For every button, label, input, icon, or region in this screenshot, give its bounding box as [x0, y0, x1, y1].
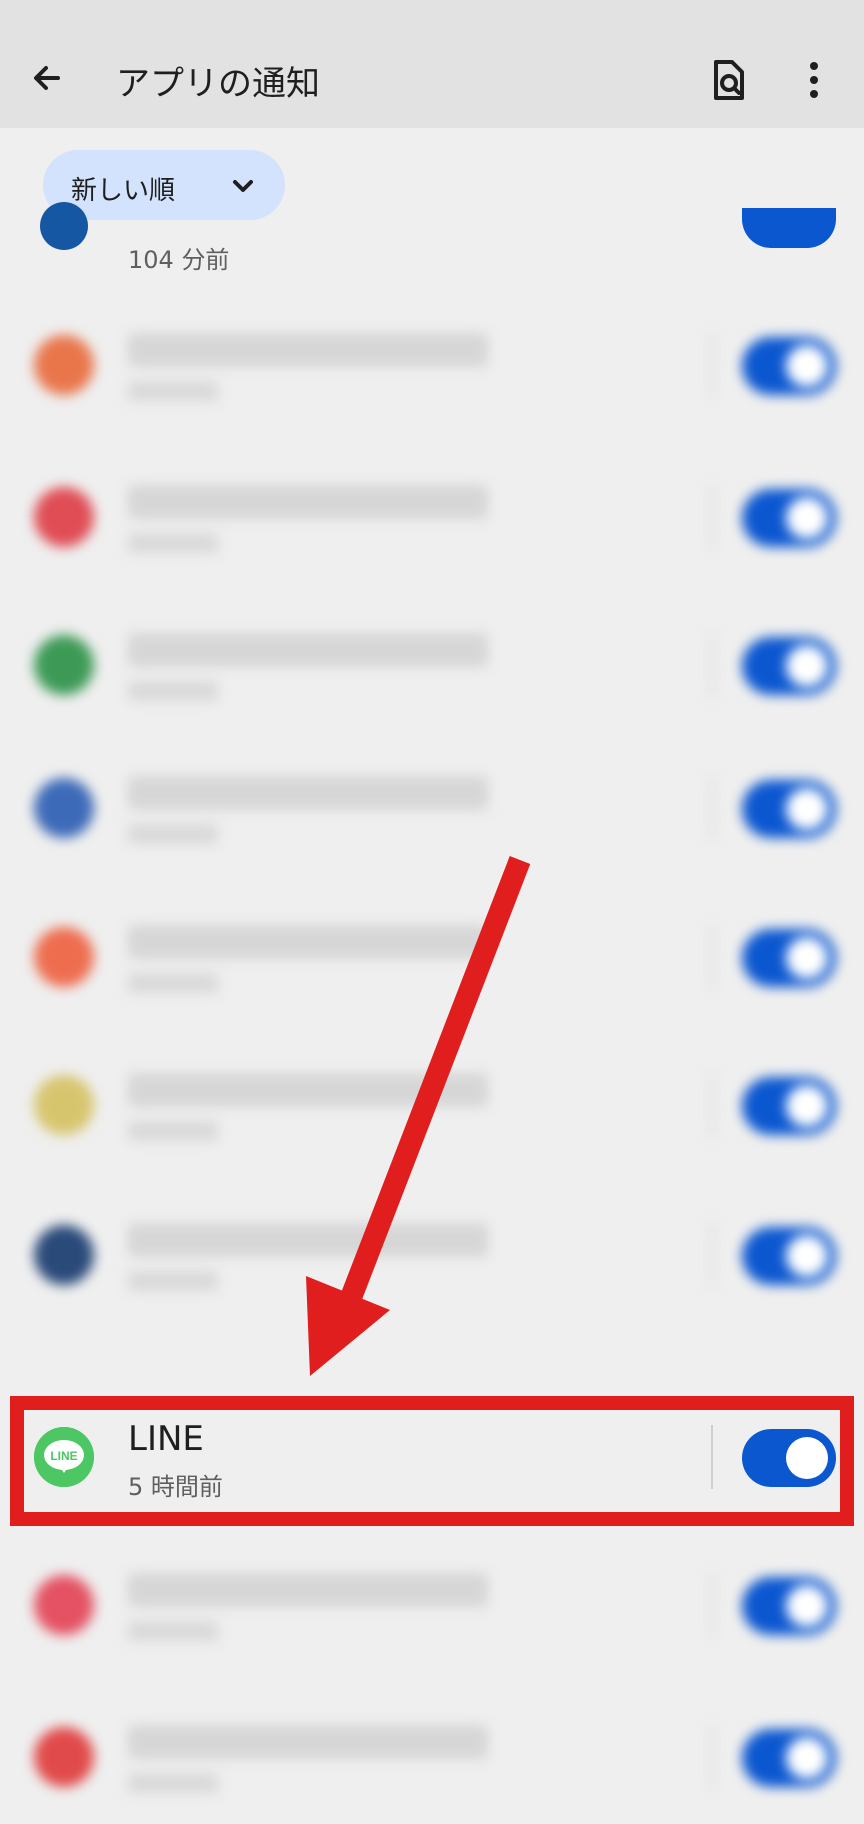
- app-icon: [34, 1727, 94, 1787]
- blurred-last-notified: [128, 1773, 218, 1793]
- app-icon: [40, 202, 88, 250]
- notification-toggle[interactable]: [742, 337, 836, 395]
- app-row[interactable]: [0, 305, 864, 425]
- app-last-notified: 104 分前: [128, 246, 230, 274]
- notification-toggle[interactable]: [742, 208, 836, 248]
- notification-toggle[interactable]: [742, 1577, 836, 1635]
- chevron-down-icon: [233, 180, 253, 192]
- back-arrow-icon: [34, 66, 60, 90]
- app-icon: [34, 1225, 94, 1285]
- blurred-app-name: [128, 925, 488, 959]
- document-search-icon: [714, 60, 744, 100]
- row-divider: [711, 333, 713, 397]
- blurred-last-notified: [128, 381, 218, 401]
- app-row[interactable]: [0, 897, 864, 1017]
- more-options-button[interactable]: [796, 56, 832, 104]
- notification-toggle[interactable]: [742, 1227, 836, 1285]
- more-vert-icon: [810, 62, 818, 98]
- app-icon: [34, 487, 94, 547]
- sort-order-label: 新しい順: [71, 176, 176, 206]
- blurred-app-name: [128, 485, 488, 519]
- top-app-bar: アプリの通知: [0, 0, 864, 128]
- app-row[interactable]: [0, 1195, 864, 1315]
- blurred-app-name: [128, 1573, 488, 1607]
- row-divider: [711, 485, 713, 549]
- blurred-last-notified: [128, 973, 218, 993]
- row-divider: [711, 1223, 713, 1287]
- notification-toggle[interactable]: [742, 780, 836, 838]
- row-divider: [711, 633, 713, 697]
- app-row[interactable]: [0, 1545, 864, 1665]
- app-icon: [34, 635, 94, 695]
- row-divider: [711, 1573, 713, 1637]
- app-icon: [34, 335, 94, 395]
- app-icon: [34, 1075, 94, 1135]
- highlight-box: [10, 1396, 854, 1526]
- app-row[interactable]: [0, 748, 864, 868]
- row-divider: [711, 1073, 713, 1137]
- notification-toggle[interactable]: [742, 1077, 836, 1135]
- app-icon: [34, 778, 94, 838]
- blurred-app-name: [128, 633, 488, 667]
- blurred-app-name: [128, 1223, 488, 1257]
- app-row[interactable]: [0, 457, 864, 577]
- blurred-app-name: [128, 1073, 488, 1107]
- back-button[interactable]: [26, 50, 74, 106]
- app-icon: [34, 1575, 94, 1635]
- row-divider: [711, 1725, 713, 1789]
- app-row[interactable]: [0, 1697, 864, 1817]
- blurred-app-name: [128, 776, 488, 810]
- row-divider: [711, 776, 713, 840]
- partial-app-row[interactable]: 104 分前: [0, 202, 864, 290]
- blurred-last-notified: [128, 533, 218, 553]
- app-row[interactable]: [0, 1045, 864, 1165]
- blurred-last-notified: [128, 824, 218, 844]
- blurred-last-notified: [128, 681, 218, 701]
- app-row[interactable]: [0, 605, 864, 725]
- notification-toggle[interactable]: [742, 637, 836, 695]
- page-title: アプリの通知: [116, 64, 320, 104]
- app-icon: [34, 927, 94, 987]
- notification-toggle[interactable]: [742, 929, 836, 987]
- blurred-last-notified: [128, 1271, 218, 1291]
- notification-toggle[interactable]: [742, 489, 836, 547]
- blurred-last-notified: [128, 1621, 218, 1641]
- blurred-last-notified: [128, 1121, 218, 1141]
- notification-toggle[interactable]: [742, 1729, 836, 1787]
- row-divider: [711, 925, 713, 989]
- blurred-app-name: [128, 333, 488, 367]
- blurred-app-name: [128, 1725, 488, 1759]
- search-notification-log-button[interactable]: [708, 56, 748, 104]
